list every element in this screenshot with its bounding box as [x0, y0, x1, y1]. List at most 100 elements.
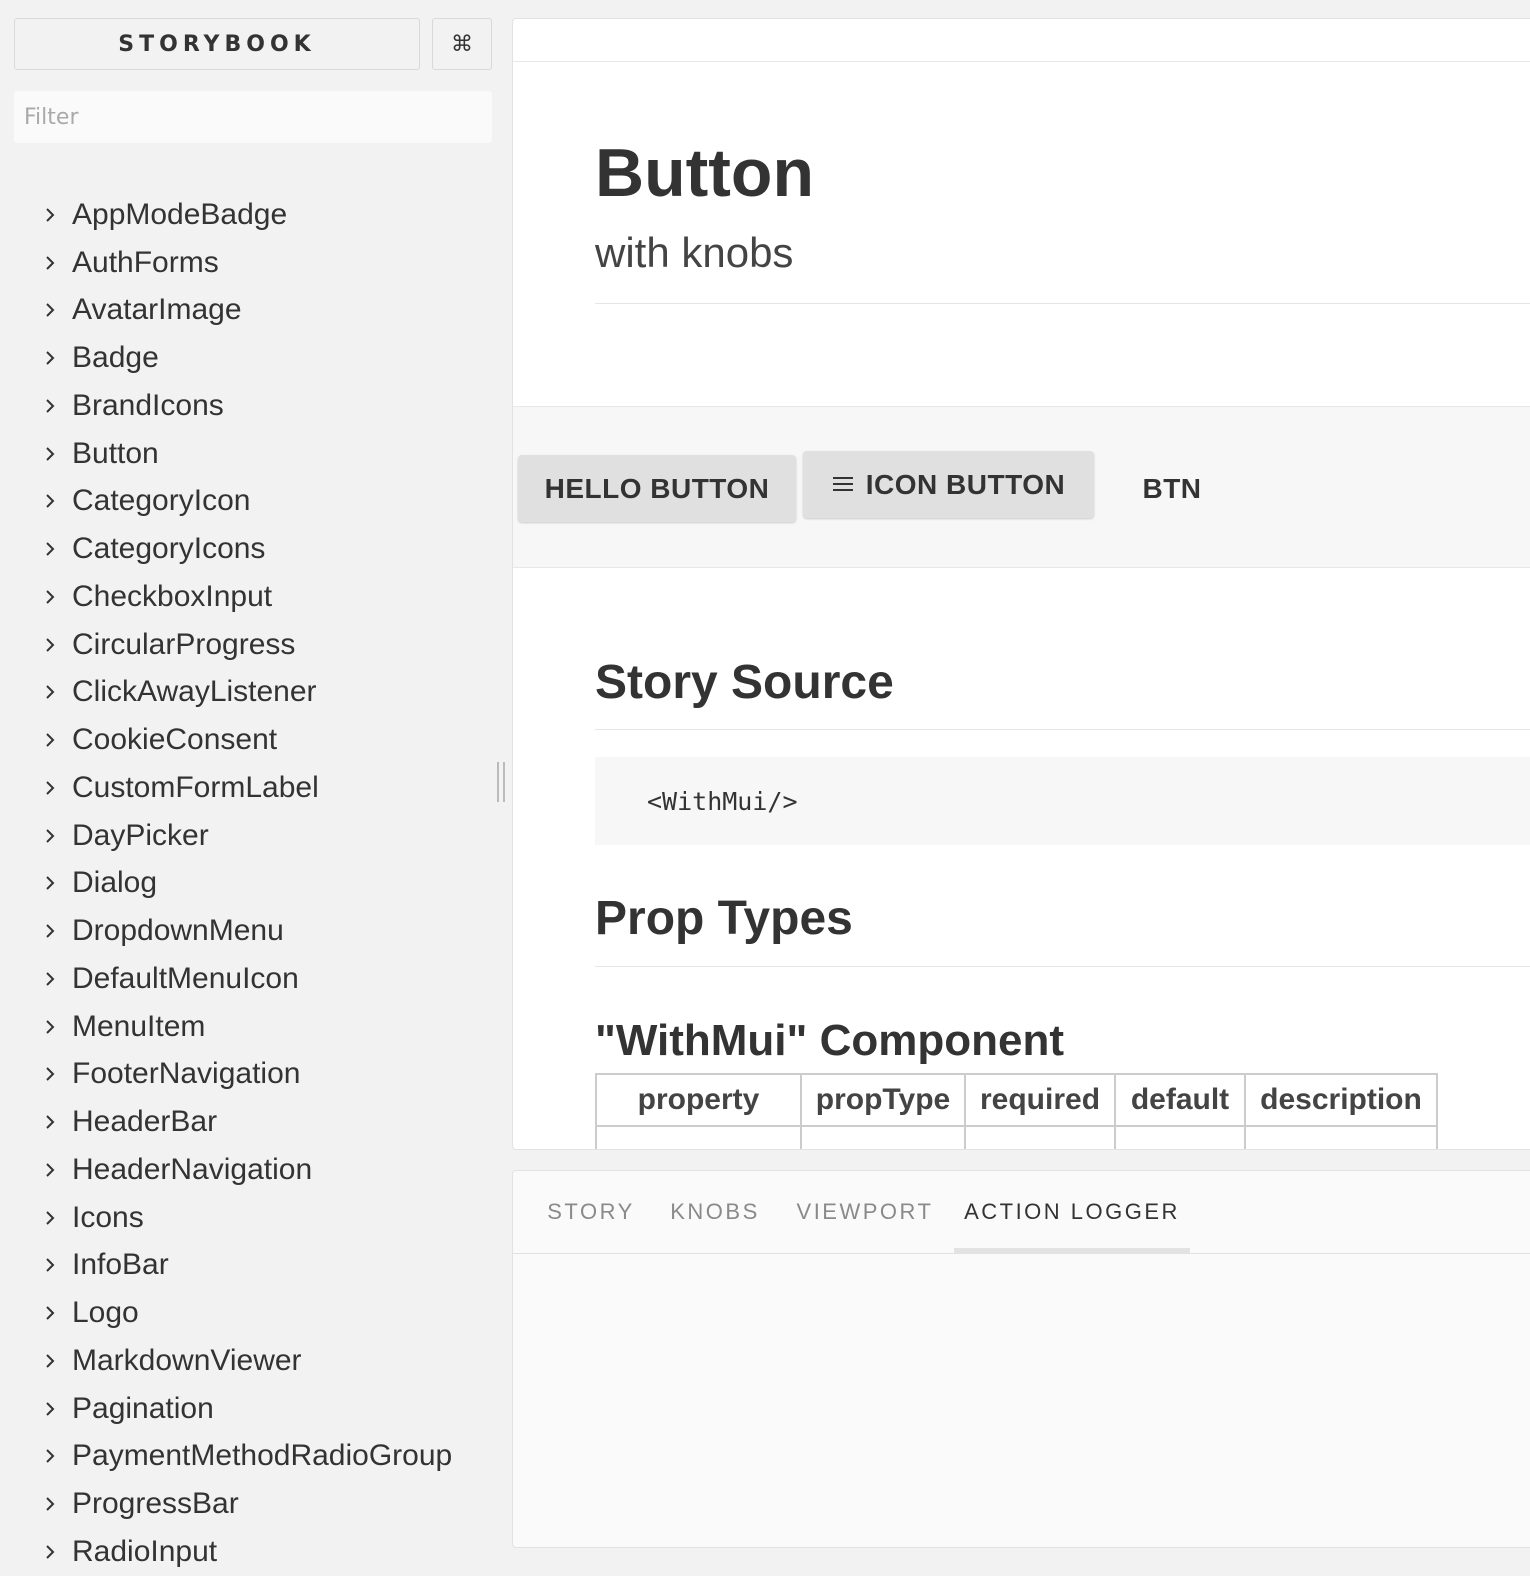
- preview-panel: Button with knobs HELLO BUTTON ICON BUTT…: [512, 18, 1530, 1150]
- storybook-brand-button[interactable]: STORYBOOK: [14, 18, 420, 70]
- menu-icon: [832, 469, 854, 501]
- tree-item[interactable]: AppModeBadge: [0, 191, 500, 239]
- chevron-right-icon: [0, 493, 72, 509]
- tree-item[interactable]: Button: [0, 430, 500, 478]
- chevron-right-icon: [0, 1019, 72, 1035]
- chevron-right-icon: [0, 1210, 72, 1226]
- chevron-right-icon: [0, 1114, 72, 1130]
- tree-item[interactable]: CategoryIcons: [0, 525, 500, 573]
- chevron-right-icon: [0, 302, 72, 318]
- btn-button[interactable]: BTN: [1117, 455, 1227, 522]
- tree-item[interactable]: Pagination: [0, 1385, 500, 1433]
- tree-item[interactable]: ProgressBar: [0, 1480, 500, 1528]
- tree-item[interactable]: HeaderBar: [0, 1098, 500, 1146]
- addons-tab-bar: STORY KNOBS VIEWPORT ACTION LOGGER: [513, 1171, 1530, 1254]
- chevron-right-icon: [0, 780, 72, 796]
- component-heading: "WithMui" Component: [595, 1016, 1065, 1065]
- tree-item-label: InfoBar: [72, 1248, 169, 1282]
- tree-item-label: MenuItem: [72, 1009, 206, 1043]
- tree-item-label: DefaultMenuIcon: [72, 961, 299, 995]
- tree-item[interactable]: CategoryIcon: [0, 478, 500, 526]
- tree-item[interactable]: AuthForms: [0, 239, 500, 287]
- chevron-right-icon: [0, 875, 72, 891]
- tree-item[interactable]: PaymentMethodRadioGroup: [0, 1433, 500, 1481]
- tree-item-label: CookieConsent: [72, 723, 278, 757]
- tree-item-label: DayPicker: [72, 818, 209, 852]
- tree-item-label: RadioInput: [72, 1534, 218, 1568]
- tab-knobs[interactable]: KNOBS: [653, 1171, 777, 1253]
- tree-item[interactable]: AvatarImage: [0, 287, 500, 335]
- tree-item[interactable]: Logo: [0, 1289, 500, 1337]
- tree-item-label: ProgressBar: [72, 1487, 239, 1521]
- chevron-right-icon: [0, 684, 72, 700]
- tree-item-label: ClickAwayListener: [72, 675, 317, 709]
- tree-item[interactable]: DropdownMenu: [0, 907, 500, 955]
- tree-item[interactable]: MarkdownViewer: [0, 1337, 500, 1385]
- tree-item-label: CustomFormLabel: [72, 770, 319, 804]
- tree-item[interactable]: CustomFormLabel: [0, 764, 500, 812]
- tree-item[interactable]: Badge: [0, 334, 500, 382]
- chevron-right-icon: [0, 1353, 72, 1369]
- divider: [595, 729, 1530, 730]
- table-row: [595, 1125, 1438, 1149]
- column-header: description: [1244, 1073, 1438, 1127]
- column-header: property: [595, 1073, 802, 1127]
- tab-action-logger[interactable]: ACTION LOGGER: [954, 1171, 1190, 1253]
- tree-item[interactable]: Dialog: [0, 860, 500, 908]
- chevron-right-icon: [0, 350, 72, 366]
- chevron-right-icon: [0, 637, 72, 653]
- shortcuts-button[interactable]: ⌘: [432, 18, 492, 70]
- table-header-row: property propType required default descr…: [595, 1073, 1438, 1127]
- chevron-right-icon: [0, 398, 72, 414]
- tree-item[interactable]: HeaderNavigation: [0, 1146, 500, 1194]
- hello-button[interactable]: HELLO BUTTON: [518, 455, 796, 522]
- addons-panel: STORY KNOBS VIEWPORT ACTION LOGGER: [512, 1170, 1530, 1548]
- tree-item[interactable]: CookieConsent: [0, 716, 500, 764]
- tree-item[interactable]: MenuItem: [0, 1003, 500, 1051]
- story-source-heading: Story Source: [595, 656, 894, 709]
- tree-item[interactable]: CheckboxInput: [0, 573, 500, 621]
- tree-item[interactable]: RadioInput: [0, 1528, 500, 1576]
- tree-item-label: DropdownMenu: [72, 914, 284, 948]
- filter-input[interactable]: [14, 91, 492, 143]
- table-cell: [964, 1125, 1116, 1149]
- table-cell: [1244, 1125, 1438, 1149]
- chevron-right-icon: [0, 207, 72, 223]
- tree-item[interactable]: BrandIcons: [0, 382, 500, 430]
- command-icon: ⌘: [451, 31, 473, 57]
- tree-item-label: Icons: [72, 1200, 144, 1234]
- divider: [595, 303, 1530, 304]
- tree-item[interactable]: CircularProgress: [0, 621, 500, 669]
- chevron-right-icon: [0, 732, 72, 748]
- tab-story[interactable]: STORY: [533, 1171, 649, 1253]
- tree-item[interactable]: Icons: [0, 1194, 500, 1242]
- tree-item-label: Logo: [72, 1296, 139, 1330]
- chevron-right-icon: [0, 1162, 72, 1178]
- chevron-right-icon: [0, 541, 72, 557]
- tree-item[interactable]: ClickAwayListener: [0, 669, 500, 717]
- tree-item[interactable]: DefaultMenuIcon: [0, 955, 500, 1003]
- tree-item-label: CategoryIcons: [72, 532, 266, 566]
- code-block: <WithMui/>: [595, 757, 1530, 845]
- tree-item-label: Button: [72, 436, 159, 470]
- tree-item[interactable]: DayPicker: [0, 812, 500, 860]
- table-cell: [800, 1125, 966, 1149]
- tree-item-label: Pagination: [72, 1391, 214, 1425]
- chevron-right-icon: [0, 1401, 72, 1417]
- chevron-right-icon: [0, 1448, 72, 1464]
- chevron-right-icon: [0, 446, 72, 462]
- chevron-right-icon: [0, 1544, 72, 1560]
- tree-item-label: MarkdownViewer: [72, 1343, 302, 1377]
- panel-resize-handle[interactable]: [497, 762, 505, 802]
- icon-button[interactable]: ICON BUTTON: [803, 451, 1094, 518]
- tree-item[interactable]: InfoBar: [0, 1242, 500, 1290]
- table-cell: [1114, 1125, 1246, 1149]
- prop-types-heading: Prop Types: [595, 892, 853, 945]
- tree-item-label: HeaderNavigation: [72, 1152, 313, 1186]
- tree-item[interactable]: FooterNavigation: [0, 1051, 500, 1099]
- prop-types-table: property propType required default descr…: [595, 1073, 1438, 1149]
- tab-viewport[interactable]: VIEWPORT: [781, 1171, 949, 1253]
- chevron-right-icon: [0, 1257, 72, 1273]
- story-tree: AppModeBadge AuthForms AvatarImage Badge…: [0, 191, 500, 1576]
- tree-item-label: PaymentMethodRadioGroup: [72, 1439, 453, 1473]
